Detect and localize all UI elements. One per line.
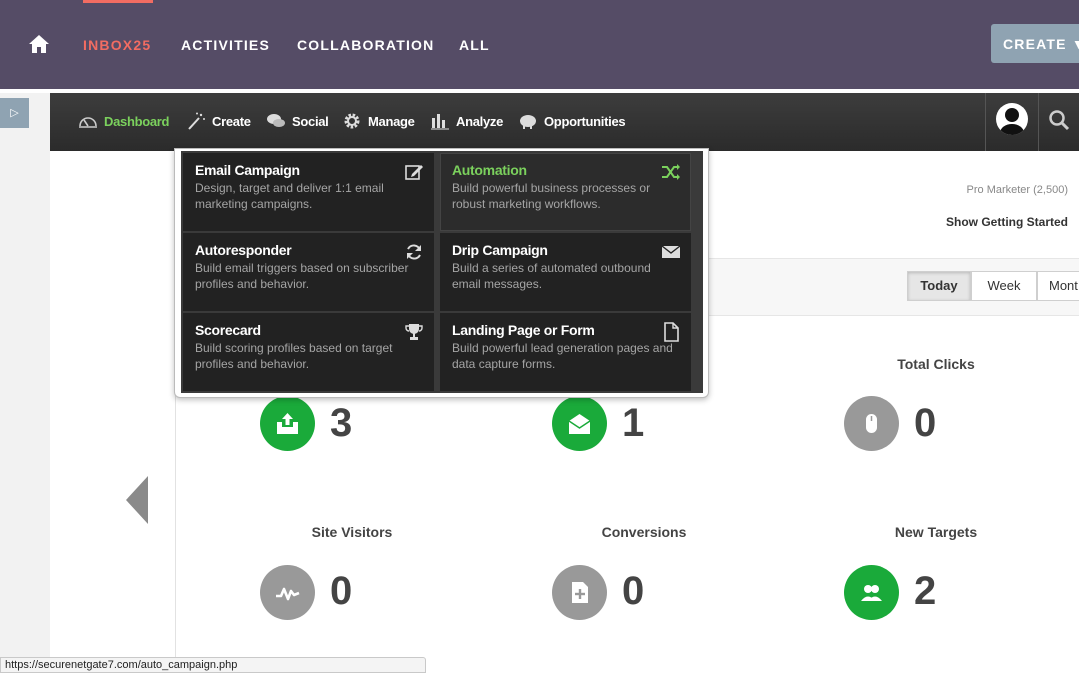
home-icon[interactable] bbox=[28, 33, 50, 55]
menu-item-autoresponder[interactable]: Autoresponder Build email triggers based… bbox=[183, 233, 434, 311]
activity-icon bbox=[276, 587, 300, 601]
subnav-social[interactable]: Social bbox=[266, 110, 329, 132]
subnav-label: Social bbox=[292, 113, 329, 129]
menu-item-email-campaign[interactable]: Email Campaign Design, target and delive… bbox=[183, 153, 434, 231]
piggy-bank-icon bbox=[520, 115, 536, 129]
add-document-icon bbox=[572, 582, 588, 603]
shuffle-icon bbox=[662, 164, 680, 180]
stat-conversions-value: 0 bbox=[622, 569, 645, 613]
magic-wand-icon bbox=[188, 112, 205, 130]
edit-icon bbox=[405, 165, 423, 180]
trophy-icon bbox=[405, 324, 423, 340]
stat-total-clicks-value: 0 bbox=[914, 401, 937, 445]
menu-item-title: Email Campaign bbox=[195, 162, 300, 178]
users-icon bbox=[861, 585, 882, 601]
topnav-inbox25[interactable]: INBOX25 bbox=[83, 37, 151, 53]
stat-conversions-icon bbox=[552, 565, 607, 620]
mouse-icon bbox=[866, 414, 877, 433]
top-navigation-bar: INBOX25 ACTIVITIES COLLABORATION ALL CRE… bbox=[0, 0, 1079, 89]
menu-item-description: Design, target and deliver 1:1 email mar… bbox=[195, 181, 384, 211]
refresh-icon bbox=[407, 244, 421, 260]
stat-site-visitors-value: 0 bbox=[330, 569, 353, 613]
create-menu-grid: Email Campaign Design, target and delive… bbox=[181, 151, 703, 393]
topnav-collaboration[interactable]: COLLABORATION bbox=[297, 37, 434, 53]
menu-item-landing-page[interactable]: Landing Page or Form Build powerful lead… bbox=[440, 313, 691, 391]
menu-item-scorecard[interactable]: Scorecard Build scoring profiles based o… bbox=[183, 313, 434, 391]
menu-item-description: Build powerful lead generation pages and… bbox=[452, 341, 673, 371]
search-icon[interactable] bbox=[1040, 93, 1079, 151]
stat-total-clicks-icon bbox=[844, 396, 899, 451]
browser-status-url: https://securenetgate7.com/auto_campaign… bbox=[0, 657, 426, 673]
subnav-label: Manage bbox=[368, 113, 415, 129]
stat-site-visitors-icon bbox=[260, 565, 315, 620]
menu-item-automation[interactable]: Automation Build powerful business proce… bbox=[440, 153, 691, 231]
stat-sent-icon bbox=[260, 396, 315, 451]
create-dropdown-menu: Email Campaign Design, target and delive… bbox=[174, 148, 709, 398]
inbox-upload-icon bbox=[277, 413, 298, 434]
menu-item-drip-campaign[interactable]: Drip Campaign Build a series of automate… bbox=[440, 233, 691, 311]
envelope-icon bbox=[661, 245, 681, 258]
range-week[interactable]: Week bbox=[971, 271, 1037, 301]
user-silhouette-icon bbox=[1000, 108, 1024, 135]
subnav-opportunities[interactable]: Opportunities bbox=[518, 110, 626, 132]
speech-bubbles-icon bbox=[267, 114, 285, 127]
gear-icon bbox=[344, 113, 360, 129]
avatar bbox=[996, 103, 1028, 135]
subnav-dashboard[interactable]: Dashboard bbox=[78, 110, 170, 132]
create-button[interactable]: CREATE ▼ bbox=[991, 24, 1079, 63]
show-getting-started-link[interactable]: Show Getting Started bbox=[900, 215, 1068, 229]
menu-item-title: Drip Campaign bbox=[452, 242, 548, 258]
left-rail bbox=[0, 93, 50, 673]
stat-new-targets-label: New Targets bbox=[894, 524, 978, 540]
stat-total-clicks-label: Total Clicks bbox=[897, 356, 975, 372]
rail-toggle-button[interactable]: ▷ bbox=[0, 98, 29, 128]
topnav-activities[interactable]: ACTIVITIES bbox=[181, 37, 270, 53]
range-month[interactable]: Mont bbox=[1037, 271, 1079, 301]
subnav-analyze[interactable]: Analyze bbox=[430, 110, 503, 132]
stat-sent-value: 3 bbox=[330, 401, 353, 445]
stat-site-visitors-label: Site Visitors bbox=[311, 524, 393, 540]
active-tab-indicator bbox=[83, 0, 153, 3]
subnav-label: Dashboard bbox=[104, 113, 170, 129]
page-icon bbox=[664, 322, 679, 342]
stat-new-targets-icon bbox=[844, 565, 899, 620]
open-envelope-icon bbox=[568, 414, 591, 434]
previous-arrow-icon[interactable] bbox=[126, 476, 148, 524]
topnav-all[interactable]: ALL bbox=[459, 37, 490, 53]
user-menu[interactable] bbox=[985, 93, 1039, 151]
subnav-manage[interactable]: Manage bbox=[342, 110, 415, 132]
stat-opens-value: 1 bbox=[622, 401, 645, 445]
stat-opens-icon bbox=[552, 396, 607, 451]
stat-conversions-label: Conversions bbox=[601, 524, 687, 540]
bar-chart-icon bbox=[431, 114, 449, 130]
subnav-label: Analyze bbox=[456, 113, 504, 129]
menu-item-description: Build a series of automated outbound ema… bbox=[452, 261, 651, 291]
menu-item-description: Build email triggers based on subscriber… bbox=[195, 261, 409, 291]
plan-label: Pro Marketer (2,500) bbox=[966, 184, 1068, 196]
subnav-label: Opportunities bbox=[544, 113, 626, 129]
menu-item-title: Automation bbox=[452, 162, 527, 178]
secondary-navigation-bar: Dashboard Create Social Manage Analyze O… bbox=[50, 93, 1079, 151]
speedometer-icon bbox=[79, 117, 97, 128]
range-today[interactable]: Today bbox=[907, 271, 971, 301]
stat-new-targets-value: 2 bbox=[914, 569, 937, 613]
menu-item-title: Scorecard bbox=[195, 322, 261, 338]
subnav-label: Create bbox=[212, 113, 251, 129]
menu-item-description: Build scoring profiles based on target p… bbox=[195, 341, 393, 371]
subnav-create[interactable]: Create bbox=[186, 110, 251, 132]
menu-item-description: Build powerful business processes or rob… bbox=[452, 181, 651, 211]
menu-item-title: Landing Page or Form bbox=[452, 322, 595, 338]
menu-item-title: Autoresponder bbox=[195, 242, 292, 258]
